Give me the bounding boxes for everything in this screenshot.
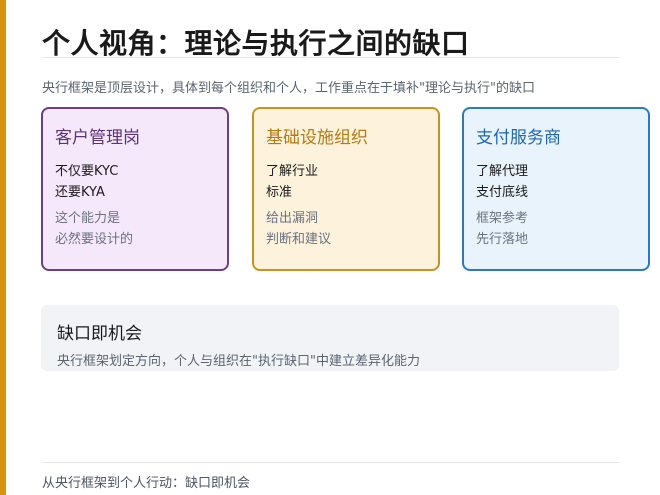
card-title: 支付服务商 bbox=[476, 128, 561, 148]
card-note: 框架参考 bbox=[476, 211, 529, 226]
accent-bar bbox=[0, 0, 6, 495]
page-subtitle: 央行框架是顶层设计，具体到每个组织和个人，工作重点在于填补"理论与执行"的缺口 bbox=[42, 81, 535, 96]
card-infrastructure-org: 基础设施组织 了解行业 标准 给出漏洞 判断和建议 bbox=[252, 107, 440, 271]
footer-caption: 从央行框架到个人行动：缺口即机会 bbox=[42, 476, 251, 491]
card-note: 这个能力是 bbox=[55, 211, 121, 226]
card-note: 必然要设计的 bbox=[55, 232, 134, 247]
title-divider bbox=[42, 57, 620, 58]
card-point: 还要KYA bbox=[55, 185, 105, 200]
card-customer-management: 客户管理岗 不仅要KYC 还要KYA 这个能力是 必然要设计的 bbox=[41, 107, 229, 271]
callout-title: 缺口即机会 bbox=[57, 324, 142, 344]
card-note: 先行落地 bbox=[476, 232, 529, 247]
card-point: 支付底线 bbox=[476, 185, 529, 200]
callout-text: 央行框架划定方向，个人与组织在"执行缺口"中建立差异化能力 bbox=[57, 354, 420, 369]
gap-opportunity-callout: 缺口即机会 央行框架划定方向，个人与组织在"执行缺口"中建立差异化能力 bbox=[41, 305, 619, 371]
card-point: 标准 bbox=[266, 185, 293, 200]
card-point: 了解代理 bbox=[476, 164, 529, 179]
card-point: 不仅要KYC bbox=[55, 164, 119, 179]
page-title: 个人视角：理论与执行之间的缺口 bbox=[42, 27, 470, 60]
card-note: 判断和建议 bbox=[266, 232, 332, 247]
card-payment-provider: 支付服务商 了解代理 支付底线 框架参考 先行落地 bbox=[462, 107, 650, 271]
card-title: 客户管理岗 bbox=[55, 128, 140, 148]
footer-divider bbox=[42, 462, 620, 463]
card-point: 了解行业 bbox=[266, 164, 319, 179]
card-title: 基础设施组织 bbox=[266, 128, 368, 148]
card-note: 给出漏洞 bbox=[266, 211, 319, 226]
